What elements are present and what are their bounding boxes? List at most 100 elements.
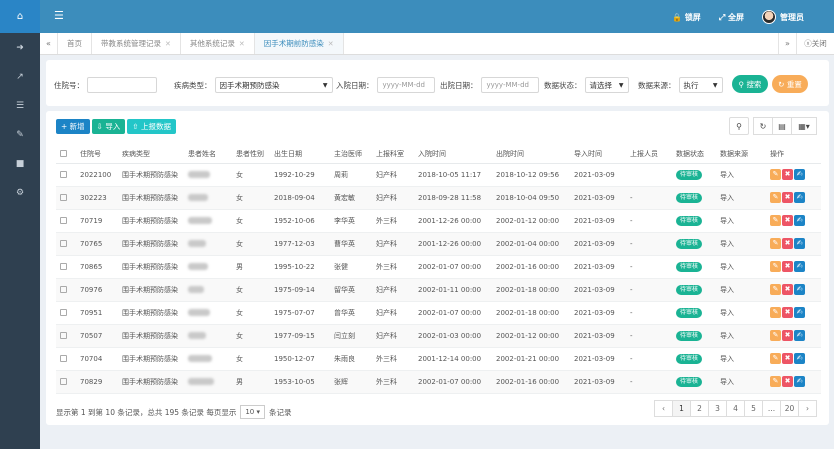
column-header[interactable]: 患者姓名 xyxy=(184,145,232,164)
columns-icon[interactable]: ▦▾ xyxy=(791,117,817,135)
page-button[interactable]: ... xyxy=(762,400,781,417)
view-icon[interactable]: ✎ xyxy=(770,192,781,203)
edit-icon[interactable]: ✍ xyxy=(794,169,805,180)
avatar[interactable] xyxy=(762,10,776,24)
reset-button[interactable]: ↻ 重置 xyxy=(772,75,808,93)
row-checkbox[interactable] xyxy=(56,370,76,394)
column-header[interactable]: 入院时间 xyxy=(414,145,492,164)
column-header[interactable]: 住院号 xyxy=(76,145,118,164)
delete-icon[interactable]: ✖ xyxy=(782,238,793,249)
table-row[interactable]: 2022100 围手术期预防感染 女 1992-10-29 周莉 妇产科 2018-10-0… xyxy=(56,163,821,187)
column-header[interactable]: 主治医师 xyxy=(330,145,372,164)
edit-icon[interactable]: ✍ xyxy=(794,353,805,364)
column-header[interactable]: 疾病类型 xyxy=(118,145,184,164)
edit-icon[interactable]: ✎ xyxy=(0,120,40,149)
column-header[interactable]: 数据来源 xyxy=(716,145,766,164)
refresh-icon[interactable]: ↻ xyxy=(753,117,773,135)
column-header[interactable]: 导入时间 xyxy=(570,145,626,164)
lock-button[interactable]: 🔒 锁屏 xyxy=(672,12,701,23)
import-button[interactable]: ⇩ 导入 xyxy=(91,119,126,134)
type-select[interactable]: 因手术期预防感染 ▼ xyxy=(214,77,333,93)
view-icon[interactable]: ✎ xyxy=(770,284,781,295)
discharge-date-input[interactable]: yyyy-MM-dd xyxy=(480,77,539,93)
search-button[interactable]: ⚲ 搜索 xyxy=(732,75,768,93)
delete-icon[interactable]: ✖ xyxy=(782,284,793,295)
upload-button[interactable]: ⇧ 上报数据 xyxy=(127,119,177,134)
delete-icon[interactable]: ✖ xyxy=(782,261,793,272)
row-checkbox[interactable] xyxy=(56,301,76,325)
edit-icon[interactable]: ✍ xyxy=(794,192,805,203)
home-icon[interactable]: ⌂ xyxy=(0,0,40,33)
edit-icon[interactable]: ✍ xyxy=(794,376,805,387)
delete-icon[interactable]: ✖ xyxy=(782,192,793,203)
page-button[interactable]: 3 xyxy=(708,400,727,417)
delete-icon[interactable]: ✖ xyxy=(782,215,793,226)
close-icon[interactable]: ✕ xyxy=(328,40,334,48)
table-row[interactable]: 70507 围手术期预防感染 女 1977-09-15 闫立刻 妇产科 2002-01-03… xyxy=(56,324,821,348)
row-checkbox[interactable] xyxy=(56,209,76,233)
table-row[interactable]: 70829 围手术期预防感染 男 1953-10-05 张辉 外三科 2002-01-07 … xyxy=(56,370,821,394)
column-header[interactable]: 出生日期 xyxy=(270,145,330,164)
table-row[interactable]: 70719 围手术期预防感染 女 1952-10-06 李华英 外三科 2001-12-26… xyxy=(56,209,821,233)
next-page-button[interactable]: › xyxy=(798,400,817,417)
table-row[interactable]: 70865 围手术期预防感染 男 1995-10-22 张健 外三科 2002-01-07 … xyxy=(56,255,821,279)
edit-icon[interactable]: ✍ xyxy=(794,284,805,295)
edit-icon[interactable]: ✍ xyxy=(794,215,805,226)
prev-page-button[interactable]: ‹ xyxy=(654,400,673,417)
toggle-view-icon[interactable]: ▤ xyxy=(772,117,792,135)
tab-teaching[interactable]: 带教系统管理记录 ✕ xyxy=(92,33,181,54)
table-row[interactable]: 70704 围手术期预防感染 女 1950-12-07 朱雨良 外三科 2001-12-14… xyxy=(56,347,821,371)
delete-icon[interactable]: ✖ xyxy=(782,307,793,318)
page-size-select[interactable]: 10 ▾ xyxy=(240,405,265,419)
view-icon[interactable]: ✎ xyxy=(770,238,781,249)
delete-icon[interactable]: ✖ xyxy=(782,353,793,364)
add-button[interactable]: + 新增 xyxy=(56,119,90,134)
tab-scroll-left-icon[interactable]: « xyxy=(40,33,58,54)
tab-home[interactable]: 首页 xyxy=(58,33,92,54)
column-header[interactable]: 出院时间 xyxy=(492,145,570,164)
id-input[interactable] xyxy=(87,77,157,93)
external-link-icon[interactable]: ↗ xyxy=(0,62,40,91)
view-icon[interactable]: ✎ xyxy=(770,330,781,341)
gear-icon[interactable]: ⚙ xyxy=(0,178,40,207)
select-all-checkbox[interactable] xyxy=(56,145,76,164)
view-icon[interactable]: ✎ xyxy=(770,376,781,387)
view-icon[interactable]: ✎ xyxy=(770,353,781,364)
menu-toggle-icon[interactable]: ☰ xyxy=(54,9,64,22)
row-checkbox[interactable] xyxy=(56,186,76,210)
page-button[interactable]: 1 xyxy=(672,400,691,417)
page-button[interactable]: 2 xyxy=(690,400,709,417)
view-icon[interactable]: ✎ xyxy=(770,215,781,226)
status-select[interactable]: 请选择 ▼ xyxy=(584,77,629,93)
delete-icon[interactable]: ✖ xyxy=(782,169,793,180)
username[interactable]: 管理员 xyxy=(780,12,804,23)
row-checkbox[interactable] xyxy=(56,347,76,371)
table-row[interactable]: 70951 围手术期预防感染 女 1975-07-07 曾华英 妇产科 2002-01-07… xyxy=(56,301,821,325)
delete-icon[interactable]: ✖ xyxy=(782,330,793,341)
edit-icon[interactable]: ✍ xyxy=(794,238,805,249)
admit-date-input[interactable]: yyyy-MM-dd xyxy=(376,77,435,93)
view-icon[interactable]: ✎ xyxy=(770,307,781,318)
video-icon[interactable]: ■ xyxy=(0,149,40,178)
search-toggle-icon[interactable]: ⚲ xyxy=(729,117,749,135)
table-row[interactable]: 70765 围手术期预防感染 女 1977-12-03 曹华英 妇产科 2001-12-26… xyxy=(56,232,821,256)
view-icon[interactable]: ✎ xyxy=(770,169,781,180)
page-button[interactable]: 20 xyxy=(780,400,799,417)
close-tabs-button[interactable]: ⓧ 关闭 xyxy=(796,33,834,54)
close-icon[interactable]: ✕ xyxy=(239,40,245,48)
tab-scroll-right-icon[interactable]: » xyxy=(778,33,796,54)
edit-icon[interactable]: ✍ xyxy=(794,261,805,272)
table-row[interactable]: 70976 围手术期预防感染 女 1975-09-14 留华英 妇产科 2002-01-11… xyxy=(56,278,821,302)
column-header[interactable]: 数据状态 xyxy=(672,145,716,164)
tab-other[interactable]: 其他系统记录 ✕ xyxy=(181,33,255,54)
row-checkbox[interactable] xyxy=(56,232,76,256)
page-button[interactable]: 4 xyxy=(726,400,745,417)
edit-icon[interactable]: ✍ xyxy=(794,307,805,318)
row-checkbox[interactable] xyxy=(56,278,76,302)
edit-icon[interactable]: ✍ xyxy=(794,330,805,341)
row-checkbox[interactable] xyxy=(56,163,76,187)
row-checkbox[interactable] xyxy=(56,255,76,279)
fullscreen-button[interactable]: ⤢ 全屏 xyxy=(719,12,744,23)
database-icon[interactable]: ☰ xyxy=(0,91,40,120)
table-row[interactable]: 302223 围手术期预防感染 女 2018-09-04 黄宏敏 妇产科 2018-09-2… xyxy=(56,186,821,210)
